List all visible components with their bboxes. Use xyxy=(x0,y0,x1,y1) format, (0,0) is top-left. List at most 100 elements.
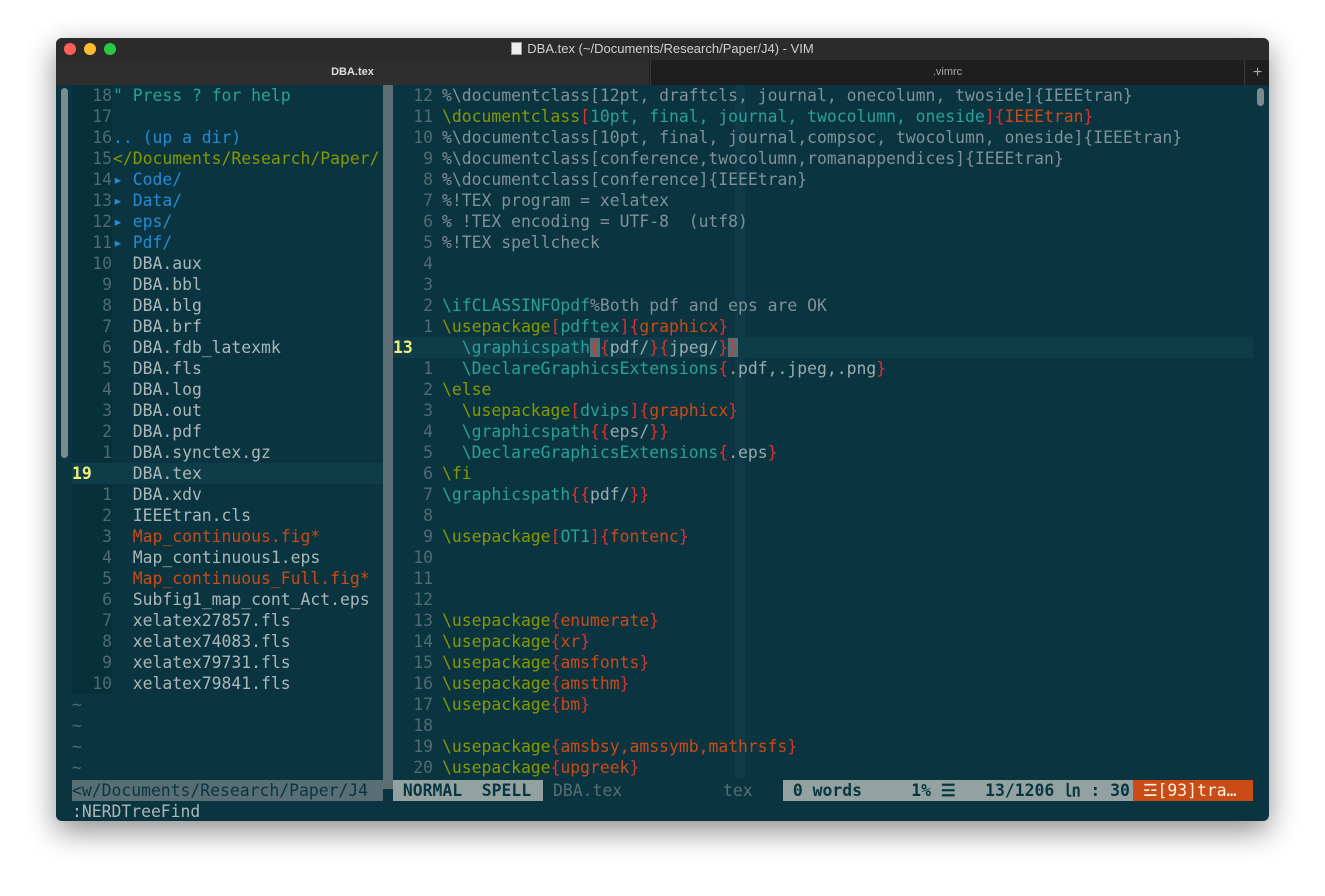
line-number: 8 xyxy=(72,631,112,652)
new-tab-button[interactable]: + xyxy=(1244,60,1270,85)
code-token: [ xyxy=(550,317,561,336)
code-line[interactable]: 3 xyxy=(393,274,1253,295)
code-token: \graphicspath xyxy=(442,422,591,441)
code-line[interactable]: 6 % !TEX encoding = UTF-8 (utf8) xyxy=(393,211,1253,232)
code-line[interactable]: 9 \usepackage[OT1]{fontenc} xyxy=(393,526,1253,547)
code-line[interactable]: 20 \usepackage{upgreek} xyxy=(393,757,1253,778)
tree-item[interactable]: 17 xyxy=(72,106,383,127)
line-number: 9 xyxy=(423,527,433,546)
code-line[interactable]: 14 \usepackage{xr} xyxy=(393,631,1253,652)
code-line[interactable]: 11 \documentclass[10pt, final, journal, t… xyxy=(393,106,1253,127)
code-line[interactable]: 13 \usepackage{enumerate} xyxy=(393,610,1253,631)
tree-item[interactable]: 12▸ eps/ xyxy=(72,211,383,232)
line-number: 10 xyxy=(72,673,112,694)
status-filename: DBA.tex xyxy=(543,780,723,801)
code-line[interactable]: 15 \usepackage{amsfonts} xyxy=(393,652,1253,673)
vertical-split-divider[interactable] xyxy=(383,85,393,789)
tree-item[interactable]: 5 DBA.fls xyxy=(72,358,383,379)
code-token: \documentclass xyxy=(442,107,581,126)
tree-item-label: DBA.pdf xyxy=(113,422,202,441)
tree-item-label: " Press ? for help xyxy=(113,86,291,105)
code-line[interactable]: 12 %\documentclass[12pt, draftcls, journa… xyxy=(393,85,1253,106)
code-line[interactable]: 5 \DeclareGraphicsExtensions{.eps} xyxy=(393,442,1253,463)
tree-item[interactable]: 10 DBA.aux xyxy=(72,253,383,274)
code-token: dvips xyxy=(580,401,630,420)
tree-scrollbar[interactable] xyxy=(61,88,68,458)
line-number: 2 xyxy=(423,380,433,399)
code-line[interactable]: 18 xyxy=(393,715,1253,736)
minimize-button[interactable] xyxy=(84,43,96,55)
editor-scrollbar[interactable] xyxy=(1257,88,1264,106)
code-line[interactable]: 7 \graphicspath{{pdf/}} xyxy=(393,484,1253,505)
tree-item[interactable]: 4 DBA.log xyxy=(72,379,383,400)
status-warning: ☲[93]tra… xyxy=(1133,780,1253,801)
code-token: { xyxy=(550,695,561,714)
code-line[interactable]: 2 \else xyxy=(393,379,1253,400)
code-line[interactable]: 9 %\documentclass[conference,twocolumn,ro… xyxy=(393,148,1253,169)
line-number: 13 xyxy=(72,190,112,211)
tree-item[interactable]: 8 xelatex74083.fls xyxy=(72,631,383,652)
code-line[interactable]: 4 \graphicspath{{eps/}} xyxy=(393,421,1253,442)
editor-pane[interactable]: 12 %\documentclass[12pt, draftcls, journa… xyxy=(393,85,1253,778)
code-line[interactable]: 10 %\documentclass[10pt, final, journal,c… xyxy=(393,127,1253,148)
tree-item[interactable]: 3 Map_continuous.fig* xyxy=(72,526,383,547)
code-token: %\documentclass[12pt, draftcls, journal,… xyxy=(442,86,1133,105)
tree-item[interactable]: 7 xelatex27857.fls xyxy=(72,610,383,631)
tree-item[interactable]: 19 DBA.tex xyxy=(72,463,383,484)
code-token: 10pt, final, journal, twocolumn, oneside xyxy=(590,107,985,126)
tree-item-label: ▸ eps/ xyxy=(113,212,173,231)
tree-item[interactable]: 5 Map_continuous_Full.fig* xyxy=(72,568,383,589)
tree-item[interactable]: 10 xelatex79841.fls xyxy=(72,673,383,694)
code-line[interactable]: 1 \DeclareGraphicsExtensions{.pdf,.jpeg,… xyxy=(393,358,1253,379)
code-line[interactable]: 3 \usepackage[dvips]{graphicx} xyxy=(393,400,1253,421)
tree-item[interactable]: 11▸ Pdf/ xyxy=(72,232,383,253)
code-line[interactable]: 13 \graphicspath{{pdf/}{jpeg/}} xyxy=(393,337,1253,358)
close-button[interactable] xyxy=(64,43,76,55)
code-line[interactable]: 17 \usepackage{bm} xyxy=(393,694,1253,715)
tree-item[interactable]: 4 Map_continuous1.eps xyxy=(72,547,383,568)
code-line[interactable]: 10 xyxy=(393,547,1253,568)
code-line[interactable]: 8 %\documentclass[conference]{IEEEtran} xyxy=(393,169,1253,190)
tree-item[interactable]: 13▸ Data/ xyxy=(72,190,383,211)
tree-item[interactable]: 7 DBA.brf xyxy=(72,316,383,337)
empty-line-marker: ~ xyxy=(72,695,82,714)
code-token: ]{ xyxy=(590,527,610,546)
tree-item[interactable]: 15</Documents/Research/Paper/ xyxy=(72,148,383,169)
command-line[interactable]: :NERDTreeFind xyxy=(72,801,200,822)
code-token: bm xyxy=(560,695,581,714)
code-line[interactable]: 16 \usepackage{amsthm} xyxy=(393,673,1253,694)
tree-item[interactable]: 14▸ Code/ xyxy=(72,169,383,190)
tree-item[interactable]: 16.. (up a dir) xyxy=(72,127,383,148)
tree-item[interactable]: 6 Subfig1_map_cont_Act.eps xyxy=(72,589,383,610)
tree-item[interactable]: 18" Press ? for help xyxy=(72,85,383,106)
code-line[interactable]: 4 xyxy=(393,253,1253,274)
line-number: 12 xyxy=(72,211,112,232)
zoom-button[interactable] xyxy=(104,43,116,55)
tree-item[interactable]: 3 DBA.out xyxy=(72,400,383,421)
tree-item[interactable]: 6 DBA.fdb_latexmk xyxy=(72,337,383,358)
tree-item[interactable]: 9 DBA.bbl xyxy=(72,274,383,295)
code-line[interactable]: 7 %!TEX program = xelatex xyxy=(393,190,1253,211)
tree-item-label: .. (up a dir) xyxy=(113,128,242,147)
tab-vimrc[interactable]: .vimrc xyxy=(650,60,1244,85)
tree-item[interactable]: 2 DBA.pdf xyxy=(72,421,383,442)
tree-item[interactable]: 8 DBA.blg xyxy=(72,295,383,316)
code-line[interactable]: 5 %!TEX spellcheck xyxy=(393,232,1253,253)
tree-item[interactable]: 9 xelatex79731.fls xyxy=(72,652,383,673)
code-line[interactable]: 12 xyxy=(393,589,1253,610)
code-line[interactable]: 11 xyxy=(393,568,1253,589)
line-number: 2 xyxy=(423,296,433,315)
code-line[interactable]: 1 \usepackage[pdftex]{graphicx} xyxy=(393,316,1253,337)
code-token: } xyxy=(876,359,887,378)
tree-item[interactable]: 2 IEEEtran.cls xyxy=(72,505,383,526)
tree-item[interactable]: 1 DBA.synctex.gz xyxy=(72,442,383,463)
code-line[interactable]: 6 \fi xyxy=(393,463,1253,484)
nerdtree-pane[interactable]: 18" Press ? for help 17 16.. (up a dir) 15<… xyxy=(72,85,383,799)
code-line[interactable]: 8 xyxy=(393,505,1253,526)
code-token: } xyxy=(649,611,660,630)
code-line[interactable]: 19 \usepackage{amsbsy,amssymb,mathrsfs} xyxy=(393,736,1253,757)
code-line[interactable]: 2 \ifCLASSINFOpdf%Both pdf and eps are OK xyxy=(393,295,1253,316)
tab-dba-tex[interactable]: DBA.tex xyxy=(56,60,649,85)
tree-item[interactable]: 1 DBA.xdv xyxy=(72,484,383,505)
window-controls xyxy=(64,43,116,55)
